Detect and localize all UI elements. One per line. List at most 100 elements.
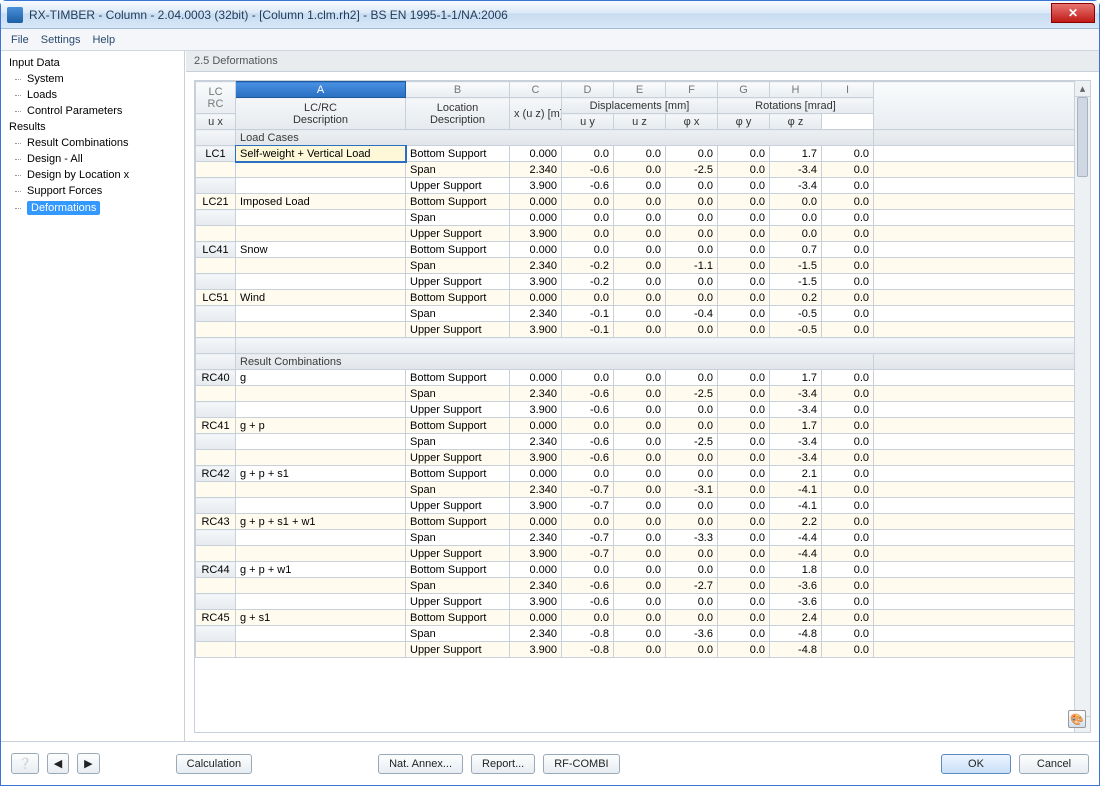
cell-phy[interactable]: 1.8 — [770, 562, 822, 578]
cell-uz[interactable]: 0.0 — [666, 562, 718, 578]
table-row[interactable]: LC41SnowBottom Support0.0000.00.00.00.00… — [196, 242, 1090, 258]
cell-lc[interactable] — [196, 626, 236, 642]
cell-desc[interactable] — [236, 274, 406, 290]
cell-ux[interactable]: -0.2 — [562, 258, 614, 274]
cell-uz[interactable]: 0.0 — [666, 466, 718, 482]
table-row[interactable]: LC1Self-weight + Vertical LoadBottom Sup… — [196, 146, 1090, 162]
cell-phz[interactable]: 0.0 — [822, 290, 874, 306]
prev-button[interactable]: ◀ — [47, 753, 69, 774]
cell-phz[interactable]: 0.0 — [822, 578, 874, 594]
cell-uy[interactable]: 0.0 — [614, 546, 666, 562]
cell-uy[interactable]: 0.0 — [614, 162, 666, 178]
cell-ux[interactable]: 0.0 — [562, 242, 614, 258]
cell-x[interactable]: 0.000 — [510, 290, 562, 306]
nav-deformations[interactable]: Deformations — [3, 199, 182, 217]
cell-lc[interactable] — [196, 402, 236, 418]
cell-uz[interactable]: 0.0 — [666, 178, 718, 194]
cell-lc[interactable] — [196, 546, 236, 562]
cell-phy[interactable]: 1.7 — [770, 418, 822, 434]
cell-phz[interactable]: 0.0 — [822, 530, 874, 546]
cell-ux[interactable]: -0.7 — [562, 546, 614, 562]
cell-desc[interactable] — [236, 386, 406, 402]
cell-ux[interactable]: -0.8 — [562, 642, 614, 658]
cell-lc[interactable] — [196, 594, 236, 610]
cell-phz[interactable]: 0.0 — [822, 242, 874, 258]
cell-phz[interactable]: 0.0 — [822, 322, 874, 338]
cell-uz[interactable]: 0.0 — [666, 642, 718, 658]
cell-phz[interactable]: 0.0 — [822, 418, 874, 434]
cell-loc[interactable]: Bottom Support — [406, 194, 510, 210]
cell-phx[interactable]: 0.0 — [718, 322, 770, 338]
cell-phx[interactable]: 0.0 — [718, 146, 770, 162]
cell-desc[interactable] — [236, 546, 406, 562]
col-letter-c[interactable]: C — [510, 82, 562, 98]
cell-phx[interactable]: 0.0 — [718, 482, 770, 498]
col-letter-e[interactable]: E — [614, 82, 666, 98]
cell-x[interactable]: 2.340 — [510, 386, 562, 402]
nav-design-all[interactable]: Design - All — [3, 151, 182, 167]
cell-lc[interactable] — [196, 210, 236, 226]
cell-phz[interactable]: 0.0 — [822, 402, 874, 418]
cell-x[interactable]: 0.000 — [510, 610, 562, 626]
cell-uz[interactable]: 0.0 — [666, 498, 718, 514]
cell-ux[interactable]: -0.7 — [562, 498, 614, 514]
cell-uy[interactable]: 0.0 — [614, 482, 666, 498]
cell-phx[interactable]: 0.0 — [718, 274, 770, 290]
col-letter-d[interactable]: D — [562, 82, 614, 98]
cell-loc[interactable]: Upper Support — [406, 594, 510, 610]
cell-desc[interactable] — [236, 178, 406, 194]
col-lcrc-desc[interactable]: LC/RCDescription — [236, 98, 406, 130]
cell-x[interactable]: 0.000 — [510, 242, 562, 258]
cell-lc[interactable] — [196, 498, 236, 514]
cell-phy[interactable]: -3.4 — [770, 402, 822, 418]
cell-ux[interactable]: 0.0 — [562, 418, 614, 434]
cell-phy[interactable]: 0.0 — [770, 210, 822, 226]
menu-settings[interactable]: Settings — [41, 34, 81, 46]
cell-uy[interactable]: 0.0 — [614, 578, 666, 594]
cell-uz[interactable]: 0.0 — [666, 194, 718, 210]
cell-uy[interactable]: 0.0 — [614, 530, 666, 546]
cell-phx[interactable]: 0.0 — [718, 530, 770, 546]
cell-x[interactable]: 3.900 — [510, 594, 562, 610]
cell-desc[interactable] — [236, 578, 406, 594]
cell-ux[interactable]: -0.7 — [562, 530, 614, 546]
cell-uy[interactable]: 0.0 — [614, 498, 666, 514]
table-row[interactable]: Upper Support3.900-0.70.00.00.0-4.40.0 — [196, 546, 1090, 562]
cell-x[interactable]: 2.340 — [510, 578, 562, 594]
cell-uz[interactable]: 0.0 — [666, 546, 718, 562]
cell-lc[interactable] — [196, 386, 236, 402]
col-letter-b[interactable]: B — [406, 82, 510, 98]
col-uy[interactable]: u y — [562, 114, 614, 130]
cell-uz[interactable]: 0.0 — [666, 274, 718, 290]
cell-desc[interactable] — [236, 642, 406, 658]
cell-phy[interactable]: -4.1 — [770, 482, 822, 498]
cell-desc[interactable]: g + p + w1 — [236, 562, 406, 578]
cell-uy[interactable]: 0.0 — [614, 626, 666, 642]
cell-uy[interactable]: 0.0 — [614, 194, 666, 210]
cell-uy[interactable]: 0.0 — [614, 322, 666, 338]
table-row[interactable]: LC21Imposed LoadBottom Support0.0000.00.… — [196, 194, 1090, 210]
cell-phx[interactable]: 0.0 — [718, 434, 770, 450]
cell-x[interactable]: 2.340 — [510, 482, 562, 498]
cell-phy[interactable]: -0.5 — [770, 306, 822, 322]
col-letter-g[interactable]: G — [718, 82, 770, 98]
cell-ux[interactable]: 0.0 — [562, 290, 614, 306]
cell-uz[interactable]: 0.0 — [666, 610, 718, 626]
cell-ux[interactable]: 0.0 — [562, 194, 614, 210]
cell-phx[interactable]: 0.0 — [718, 386, 770, 402]
results-grid[interactable]: LCRC A B C D E F G H I LC/RCDescription — [194, 80, 1091, 733]
cell-phx[interactable]: 0.0 — [718, 258, 770, 274]
ok-button[interactable]: OK — [941, 754, 1011, 774]
cell-desc[interactable] — [236, 450, 406, 466]
cell-uz[interactable]: -2.7 — [666, 578, 718, 594]
cell-x[interactable]: 2.340 — [510, 434, 562, 450]
col-phx[interactable]: φ x — [666, 114, 718, 130]
cell-ux[interactable]: 0.0 — [562, 514, 614, 530]
cell-phz[interactable]: 0.0 — [822, 210, 874, 226]
cell-phz[interactable]: 0.0 — [822, 562, 874, 578]
cell-loc[interactable]: Span — [406, 210, 510, 226]
cell-phz[interactable]: 0.0 — [822, 594, 874, 610]
cell-uy[interactable]: 0.0 — [614, 418, 666, 434]
cell-ux[interactable]: -0.6 — [562, 434, 614, 450]
cell-uy[interactable]: 0.0 — [614, 594, 666, 610]
